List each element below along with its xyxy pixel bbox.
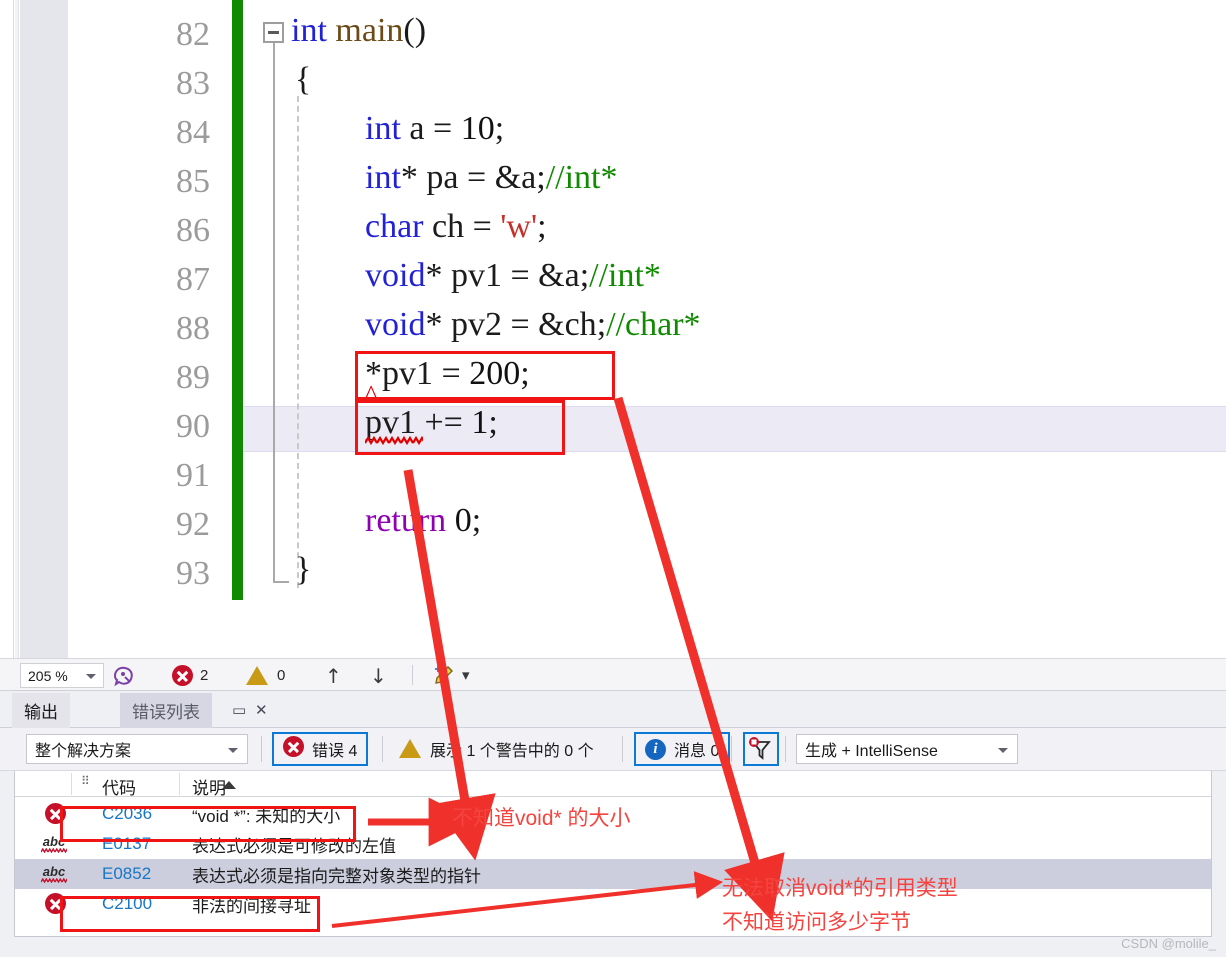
column-header-code[interactable]: 代码 xyxy=(102,774,136,799)
line-number: 93 xyxy=(176,555,210,592)
line-number: 84 xyxy=(176,114,210,151)
filterbar-divider-4 xyxy=(731,736,732,762)
code-line-88: void* pv2 = &ch;//char* xyxy=(365,306,701,343)
quick-actions-icon[interactable] xyxy=(432,664,458,691)
previous-issue-button[interactable]: ↑ xyxy=(325,664,342,688)
info-icon: i xyxy=(645,738,666,760)
annotation-note-1: 不知道void* 的大小 xyxy=(452,807,631,830)
collapse-outlining-icon[interactable] xyxy=(263,22,284,43)
messages-filter-label: 消息 0 xyxy=(674,743,720,760)
scope-combobox-value: 整个解决方案 xyxy=(35,743,132,760)
line-number: 86 xyxy=(176,212,210,249)
annotation-note-3: 不知道访问多少字节 xyxy=(722,911,911,934)
filterbar-divider-3 xyxy=(622,736,623,762)
line-number: 85 xyxy=(176,163,210,200)
line-number: 83 xyxy=(176,65,210,102)
annotation-note-2: 无法取消void*的引用类型 xyxy=(722,877,958,900)
change-bar xyxy=(232,0,243,600)
warning-count-value: 0 xyxy=(277,667,286,684)
zoom-level-combobox[interactable]: 205 % xyxy=(20,663,104,688)
indent-guide xyxy=(297,96,299,588)
editor-status-toolbar[interactable]: 205 % 2 0 ↑ ↓ ▾ xyxy=(0,658,1226,691)
build-filter-combobox[interactable]: 生成 + IntelliSense xyxy=(796,734,1018,764)
line-number: 88 xyxy=(176,310,210,347)
funnel-icon xyxy=(749,737,771,760)
annotation-box-line-90 xyxy=(355,400,565,455)
error-count-icon xyxy=(172,665,193,691)
code-line-93: } xyxy=(295,551,312,588)
chevron-down-icon[interactable] xyxy=(998,748,1008,753)
panel-tabstrip: 输出 错误列表 ▭ ✕ xyxy=(0,691,1226,728)
pin-icon[interactable]: ▭ xyxy=(232,701,246,719)
tab-error-list[interactable]: 错误列表 xyxy=(120,693,212,728)
code-line-85: int* pa = &a;//int* xyxy=(365,159,618,196)
editor-edge-strip-secondary xyxy=(15,0,19,658)
code-line-92: return 0; xyxy=(365,502,482,539)
line-number: 82 xyxy=(176,16,210,53)
zoom-level-value: 205 % xyxy=(28,667,68,684)
tab-output[interactable]: 输出 xyxy=(12,693,70,728)
sort-ascending-icon[interactable] xyxy=(222,781,236,789)
tab-error-list-label: 错误列表 xyxy=(132,703,200,722)
watermark: CSDN @molile_ xyxy=(1121,936,1216,951)
code-line-83: { xyxy=(295,61,312,98)
line-number: 90 xyxy=(176,408,210,445)
scope-combobox[interactable]: 整个解决方案 xyxy=(26,734,248,764)
breakpoint-margin[interactable] xyxy=(20,0,68,658)
error-count-value: 2 xyxy=(200,667,209,684)
error-list-filterbar: 整个解决方案 错误 4 展示 1 个警告中的 0 个 i 消息 0 生成 + I… xyxy=(0,728,1226,771)
quick-actions-caret-icon[interactable]: ▾ xyxy=(462,666,470,684)
toolbar-divider xyxy=(412,665,413,685)
code-line-86: char ch = 'w'; xyxy=(365,208,547,245)
code-line-87: void* pv1 = &a;//int* xyxy=(365,257,661,294)
line-number: 91 xyxy=(176,457,210,494)
messages-filter-button[interactable]: i 消息 0 xyxy=(634,732,731,766)
chevron-down-icon[interactable] xyxy=(86,674,96,679)
error-icon xyxy=(283,736,304,762)
tab-output-label: 输出 xyxy=(24,703,58,722)
annotation-box-error-c2036 xyxy=(60,806,356,842)
filter-toggle-button[interactable] xyxy=(743,732,779,766)
annotation-box-error-c2100 xyxy=(60,896,320,932)
line-number: 89 xyxy=(176,359,210,396)
filterbar-divider-2 xyxy=(382,736,383,762)
filterbar-divider xyxy=(261,736,262,762)
intellisense-head-icon[interactable] xyxy=(112,665,136,692)
row-code[interactable]: E0852 xyxy=(102,864,151,884)
annotation-box-line-89 xyxy=(355,351,615,400)
table-row[interactable]: abc E0852 表达式必须是指向完整对象类型的指针 xyxy=(15,859,1211,889)
warning-count-icon xyxy=(246,666,268,690)
column-header-severity[interactable]: ⠿ xyxy=(81,774,90,788)
row-severity-intellisense-icon: abc xyxy=(39,863,69,885)
warnings-filter-label: 展示 1 个警告中的 0 个 xyxy=(430,743,594,760)
editor-edge-strip xyxy=(0,0,14,658)
line-number: 87 xyxy=(176,261,210,298)
header-divider-2[interactable] xyxy=(179,773,180,795)
next-issue-button[interactable]: ↓ xyxy=(370,664,387,688)
code-canvas[interactable]: int main() { int a = 10; int* pa = &a;//… xyxy=(243,0,1226,658)
error-list-header: ⠿ 代码 说明 xyxy=(15,771,1211,799)
close-icon[interactable]: ✕ xyxy=(255,701,268,719)
column-header-description[interactable]: 说明 xyxy=(192,774,226,799)
code-line-84: int a = 10; xyxy=(365,110,505,147)
block-structure-guide-foot xyxy=(273,581,289,583)
header-divider-1[interactable] xyxy=(71,773,72,795)
line-number: 92 xyxy=(176,506,210,543)
warnings-filter-button[interactable]: 展示 1 个警告中的 0 个 xyxy=(390,732,603,766)
chevron-down-icon[interactable] xyxy=(228,748,238,753)
block-structure-guide xyxy=(273,43,275,583)
errors-filter-label: 错误 4 xyxy=(312,743,358,760)
row-description: 表达式必须是指向完整对象类型的指针 xyxy=(192,866,481,886)
errors-filter-button[interactable]: 错误 4 xyxy=(272,732,369,766)
visual-studio-window: 82 83 84 85 86 87 88 89 90 91 92 93 int … xyxy=(0,0,1226,957)
code-editor[interactable]: 82 83 84 85 86 87 88 89 90 91 92 93 int … xyxy=(0,0,1226,658)
filterbar-divider-5 xyxy=(785,736,786,762)
warning-icon xyxy=(399,738,421,763)
line-number-gutter: 82 83 84 85 86 87 88 89 90 91 92 93 xyxy=(68,0,228,658)
build-filter-value: 生成 + IntelliSense xyxy=(805,743,938,760)
code-line-82: int main() xyxy=(291,12,427,49)
